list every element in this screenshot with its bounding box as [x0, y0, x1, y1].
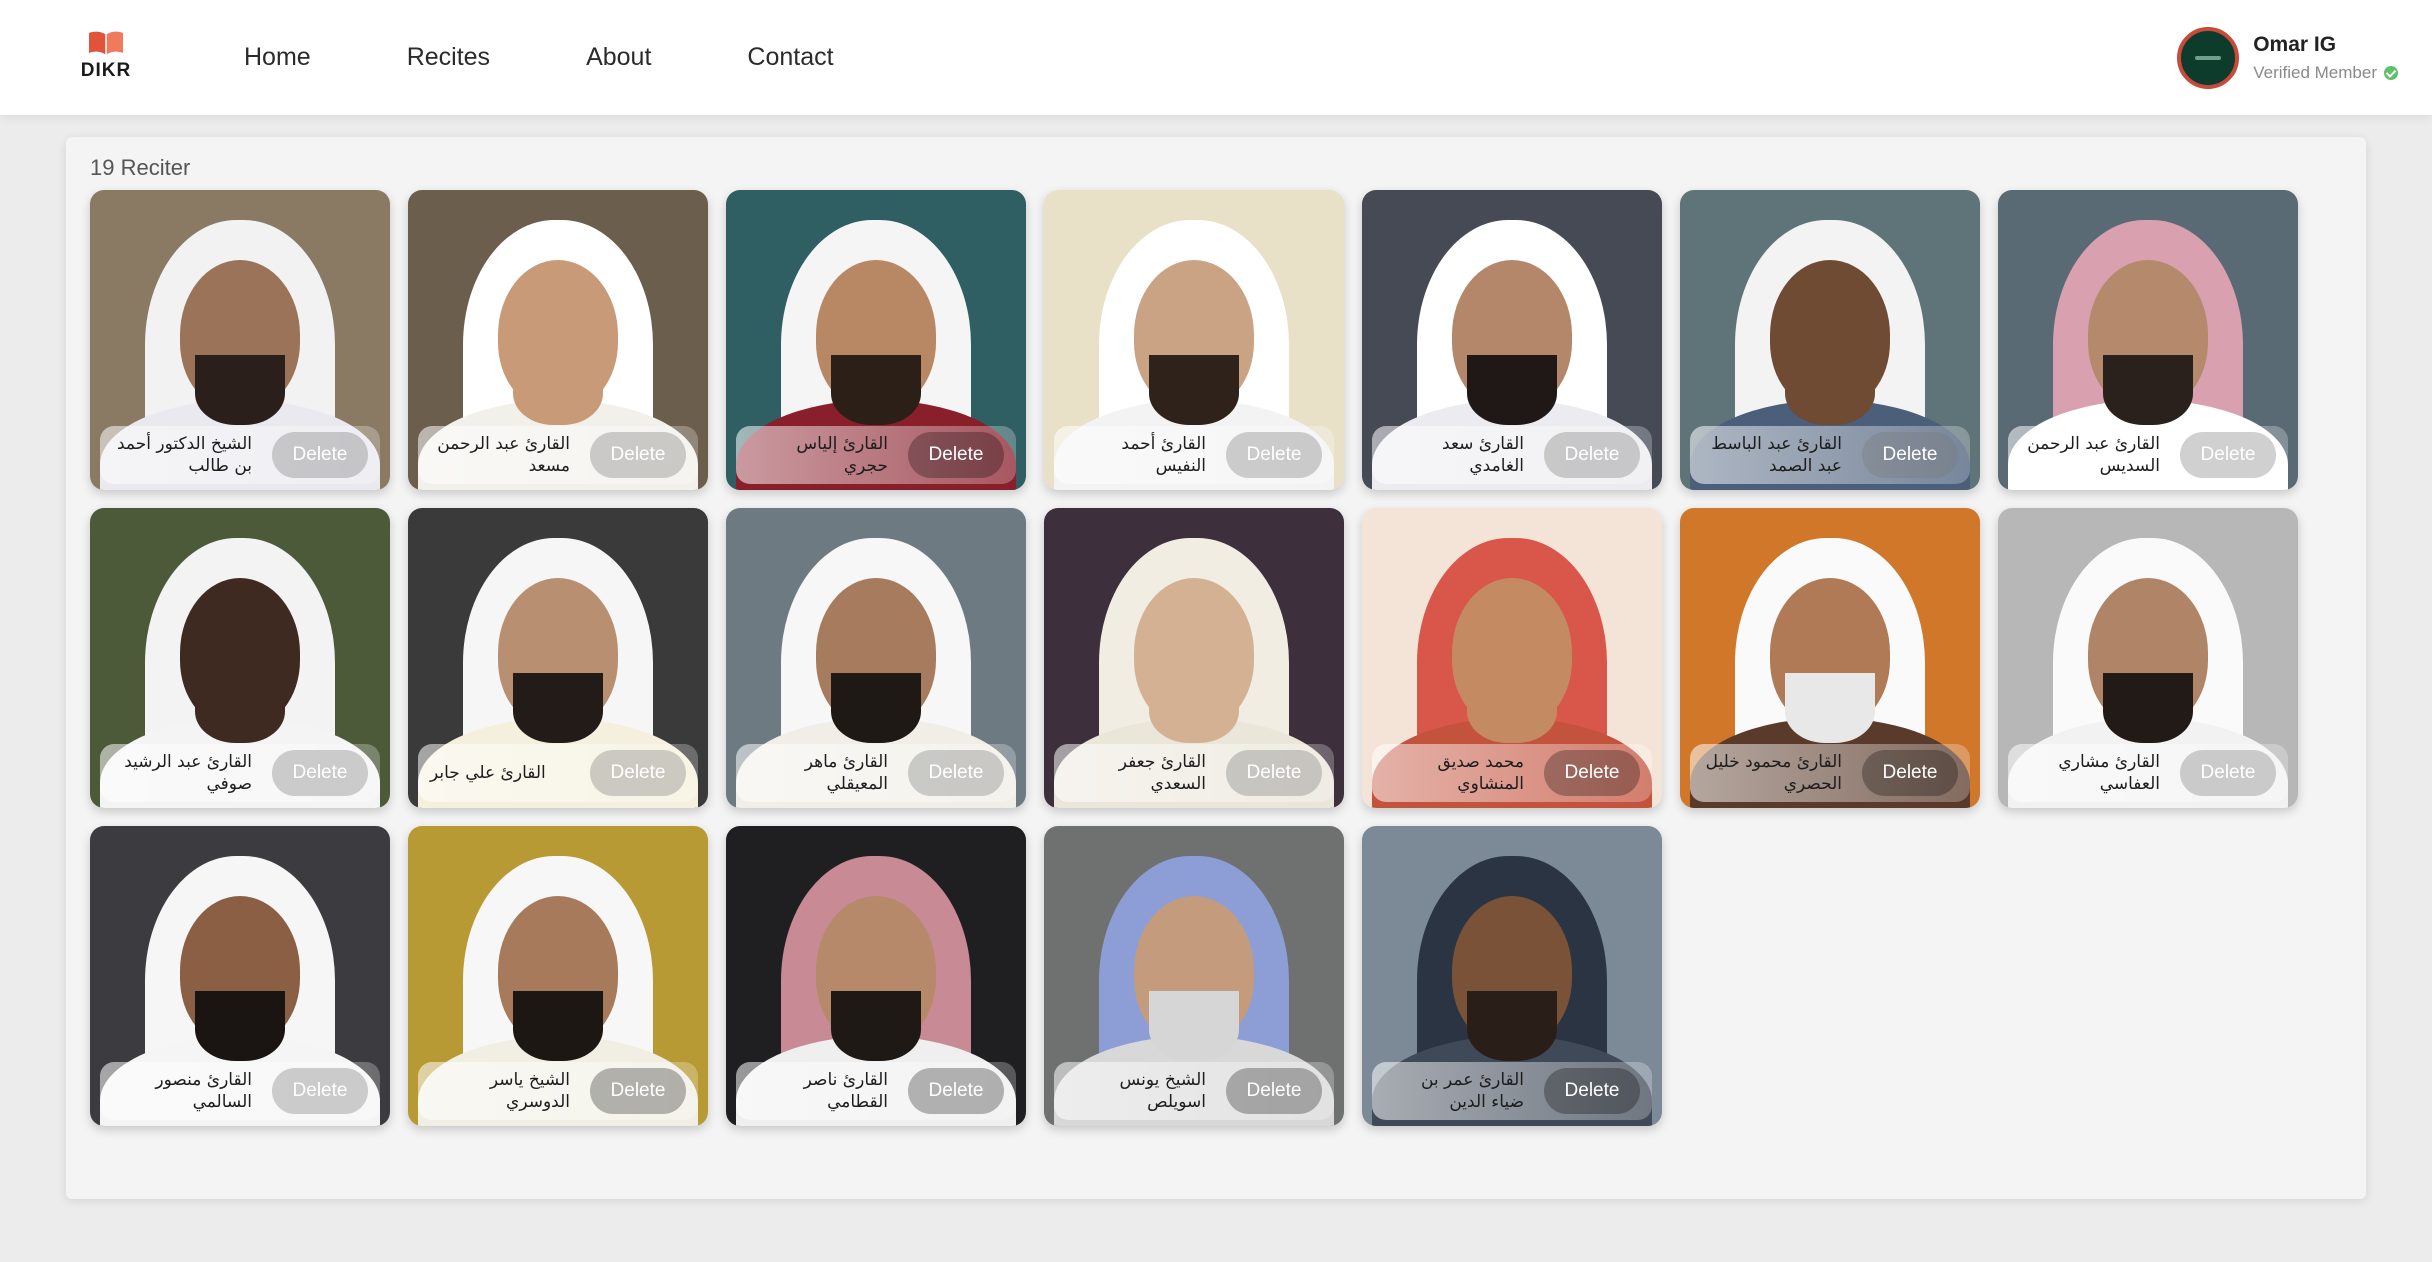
reciter-card[interactable]: القارئ جعفر السعدي Delete	[1044, 508, 1344, 808]
reciter-name: القارئ عبد الرحمن مسعد	[437, 434, 570, 476]
reciter-name: القارئ منصور السالمي	[155, 1070, 252, 1112]
reciter-name: القارئ عبد الرشيد صوفي	[124, 752, 252, 794]
delete-button[interactable]: Delete	[590, 1068, 686, 1114]
reciter-name: الشيخ ياسر الدوسري	[489, 1070, 570, 1112]
reciter-name: القارئ جعفر السعدي	[1118, 752, 1206, 794]
delete-button[interactable]: Delete	[272, 750, 368, 796]
reciter-name: القارئ ماهر المعيقلي	[804, 752, 888, 794]
user-name: Omar IG	[2253, 33, 2337, 56]
reciter-card[interactable]: محمد صديق المنشاوي Delete	[1362, 508, 1662, 808]
delete-button[interactable]: Delete	[908, 1068, 1004, 1114]
reciter-caption: القارئ عبد الرحمن مسعد Delete	[418, 426, 698, 484]
reciter-card[interactable]: القارئ منصور السالمي Delete	[90, 826, 390, 1126]
reciter-name: محمد صديق المنشاوي	[1437, 752, 1524, 794]
delete-button[interactable]: Delete	[908, 750, 1004, 796]
reciter-name: القارئ محمود خليل الحصري	[1705, 752, 1842, 794]
reciter-card[interactable]: القارئ عبد الرحمن مسعد Delete	[408, 190, 708, 490]
reciter-card[interactable]: القارئ أحمد النفيس Delete	[1044, 190, 1344, 490]
reciter-caption: القارئ إلياس حجري Delete	[736, 426, 1016, 484]
main-nav: Home Recites About Contact	[244, 0, 930, 115]
avatar[interactable]	[2177, 27, 2240, 89]
delete-button[interactable]: Delete	[1226, 1068, 1322, 1114]
delete-button[interactable]: Delete	[1862, 432, 1958, 478]
reciter-caption: القارئ عمر بن ضياء الدين Delete	[1372, 1062, 1652, 1120]
reciter-card[interactable]: الشيخ ياسر الدوسري Delete	[408, 826, 708, 1126]
delete-button[interactable]: Delete	[2180, 432, 2276, 478]
delete-button[interactable]: Delete	[1862, 750, 1958, 796]
delete-button[interactable]: Delete	[2180, 750, 2276, 796]
reciter-name: القارئ عبد الرحمن السديس	[2027, 434, 2160, 476]
reciter-caption: القارئ أحمد النفيس Delete	[1054, 426, 1334, 484]
reciter-caption: القارئ عبد الباسط عبد الصمد Delete	[1690, 426, 1970, 484]
delete-button[interactable]: Delete	[1226, 750, 1322, 796]
delete-button[interactable]: Delete	[1544, 1068, 1640, 1114]
top-navbar: DIKR Home Recites About Contact Omar IG …	[0, 0, 2432, 115]
reciter-card[interactable]: الشيخ الدكتور أحمد بن طالب Delete	[90, 190, 390, 490]
reciter-card[interactable]: القارئ عبد الباسط عبد الصمد Delete	[1680, 190, 1980, 490]
reciter-caption: القارئ ناصر القطامي Delete	[736, 1062, 1016, 1120]
reciter-card[interactable]: القارئ علي جابر Delete	[408, 508, 708, 808]
delete-button[interactable]: Delete	[1544, 750, 1640, 796]
reciter-name: القارئ إلياس حجري	[796, 434, 888, 476]
reciter-card[interactable]: القارئ ناصر القطامي Delete	[726, 826, 1026, 1126]
verified-label: Verified Member	[2253, 63, 2377, 82]
reciter-name: القارئ عمر بن ضياء الدين	[1420, 1070, 1524, 1112]
verified-check-icon	[2384, 66, 2398, 80]
reciter-name: القارئ مشاري العفاسي	[2058, 752, 2160, 794]
logo-text: DIKR	[80, 60, 132, 81]
reciter-caption: القارئ محمود خليل الحصري Delete	[1690, 744, 1970, 802]
delete-button[interactable]: Delete	[908, 432, 1004, 478]
reciter-grid: الشيخ الدكتور أحمد بن طالب Delete القارئ ع…	[90, 190, 2298, 1126]
reciter-caption: القارئ مشاري العفاسي Delete	[2008, 744, 2288, 802]
reciter-caption: محمد صديق المنشاوي Delete	[1372, 744, 1652, 802]
nav-home[interactable]: Home	[244, 43, 311, 72]
user-profile[interactable]: Omar IG Verified Member	[2177, 26, 2398, 90]
reciter-caption: القارئ عبد الرحمن السديس Delete	[2008, 426, 2288, 484]
reciter-name: الشيخ الدكتور أحمد بن طالب	[116, 434, 252, 476]
reciter-card[interactable]: القارئ مشاري العفاسي Delete	[1998, 508, 2298, 808]
app-logo[interactable]: DIKR	[78, 30, 134, 90]
reciter-card[interactable]: القارئ عمر بن ضياء الدين Delete	[1362, 826, 1662, 1126]
reciter-name: القارئ ناصر القطامي	[803, 1070, 888, 1112]
delete-button[interactable]: Delete	[272, 1068, 368, 1114]
reciter-name: القارئ علي جابر	[430, 763, 546, 783]
reciter-card[interactable]: القارئ سعد الغامدي Delete	[1362, 190, 1662, 490]
open-book-icon	[89, 31, 123, 55]
reciter-caption: القارئ منصور السالمي Delete	[100, 1062, 380, 1120]
delete-button[interactable]: Delete	[272, 432, 368, 478]
nav-recites[interactable]: Recites	[407, 43, 490, 72]
reciter-name: الشيخ يونس اسويلص	[1119, 1070, 1207, 1112]
reciter-card[interactable]: القارئ محمود خليل الحصري Delete	[1680, 508, 1980, 808]
reciter-caption: الشيخ الدكتور أحمد بن طالب Delete	[100, 426, 380, 484]
reciter-count: 19 Reciter	[90, 155, 191, 180]
reciter-caption: القارئ علي جابر Delete	[418, 744, 698, 802]
reciter-caption: القارئ سعد الغامدي Delete	[1372, 426, 1652, 484]
reciter-name: القارئ أحمد النفيس	[1121, 434, 1206, 476]
reciter-name: القارئ سعد الغامدي	[1442, 434, 1524, 476]
delete-button[interactable]: Delete	[590, 750, 686, 796]
reciter-caption: الشيخ ياسر الدوسري Delete	[418, 1062, 698, 1120]
reciter-caption: القارئ عبد الرشيد صوفي Delete	[100, 744, 380, 802]
verified-status: Verified Member	[2253, 63, 2398, 83]
reciter-caption: القارئ ماهر المعيقلي Delete	[736, 744, 1016, 802]
nav-contact[interactable]: Contact	[747, 43, 833, 72]
delete-button[interactable]: Delete	[1544, 432, 1640, 478]
reciter-card[interactable]: الشيخ يونس اسويلص Delete	[1044, 826, 1344, 1126]
reciter-card[interactable]: القارئ عبد الرشيد صوفي Delete	[90, 508, 390, 808]
reciter-card[interactable]: القارئ عبد الرحمن السديس Delete	[1998, 190, 2298, 490]
reciter-caption: الشيخ يونس اسويلص Delete	[1054, 1062, 1334, 1120]
delete-button[interactable]: Delete	[590, 432, 686, 478]
reciters-panel: 19 Reciter الشيخ الدكتور أحمد بن طالب Del…	[66, 137, 2366, 1199]
nav-about[interactable]: About	[586, 43, 651, 72]
reciter-caption: القارئ جعفر السعدي Delete	[1054, 744, 1334, 802]
reciter-card[interactable]: القارئ ماهر المعيقلي Delete	[726, 508, 1026, 808]
delete-button[interactable]: Delete	[1226, 432, 1322, 478]
reciter-card[interactable]: القارئ إلياس حجري Delete	[726, 190, 1026, 490]
reciter-name: القارئ عبد الباسط عبد الصمد	[1711, 434, 1842, 476]
